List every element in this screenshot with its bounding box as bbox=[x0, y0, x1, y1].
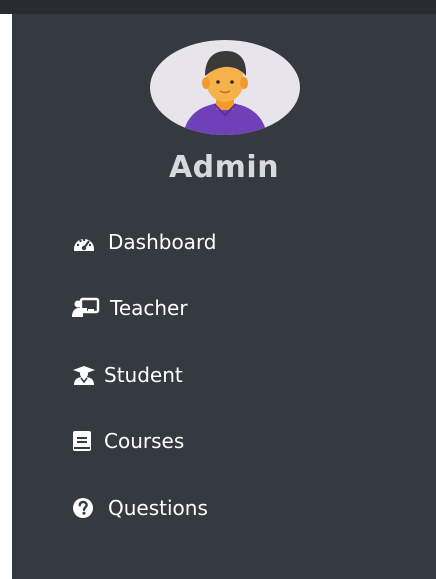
sidebar-item-label: Questions bbox=[108, 496, 208, 520]
sidebar-item-label: Student bbox=[104, 363, 183, 387]
book-icon bbox=[72, 426, 102, 456]
sidebar-item-label: Teacher bbox=[110, 296, 188, 320]
sidebar-item-dashboard[interactable]: Dashboard bbox=[72, 225, 217, 259]
question-circle-icon bbox=[72, 493, 102, 523]
sidebar-item-label: Dashboard bbox=[108, 230, 217, 254]
chalkboard-teacher-icon bbox=[72, 293, 102, 323]
sidebar-item-questions[interactable]: Questions bbox=[72, 491, 208, 525]
sidebar-item-teacher[interactable]: Teacher bbox=[72, 291, 188, 325]
student-icon bbox=[72, 360, 102, 390]
sidebar-item-label: Courses bbox=[104, 429, 185, 453]
sidebar: Admin Dashboard Teacher Student Courses … bbox=[12, 14, 436, 579]
sidebar-item-courses[interactable]: Courses bbox=[72, 424, 184, 458]
speedometer-icon bbox=[72, 227, 102, 257]
sidebar-menu: Dashboard Teacher Student Courses Questi… bbox=[12, 14, 436, 579]
top-bar bbox=[0, 0, 436, 14]
sidebar-item-student[interactable]: Student bbox=[72, 358, 183, 392]
